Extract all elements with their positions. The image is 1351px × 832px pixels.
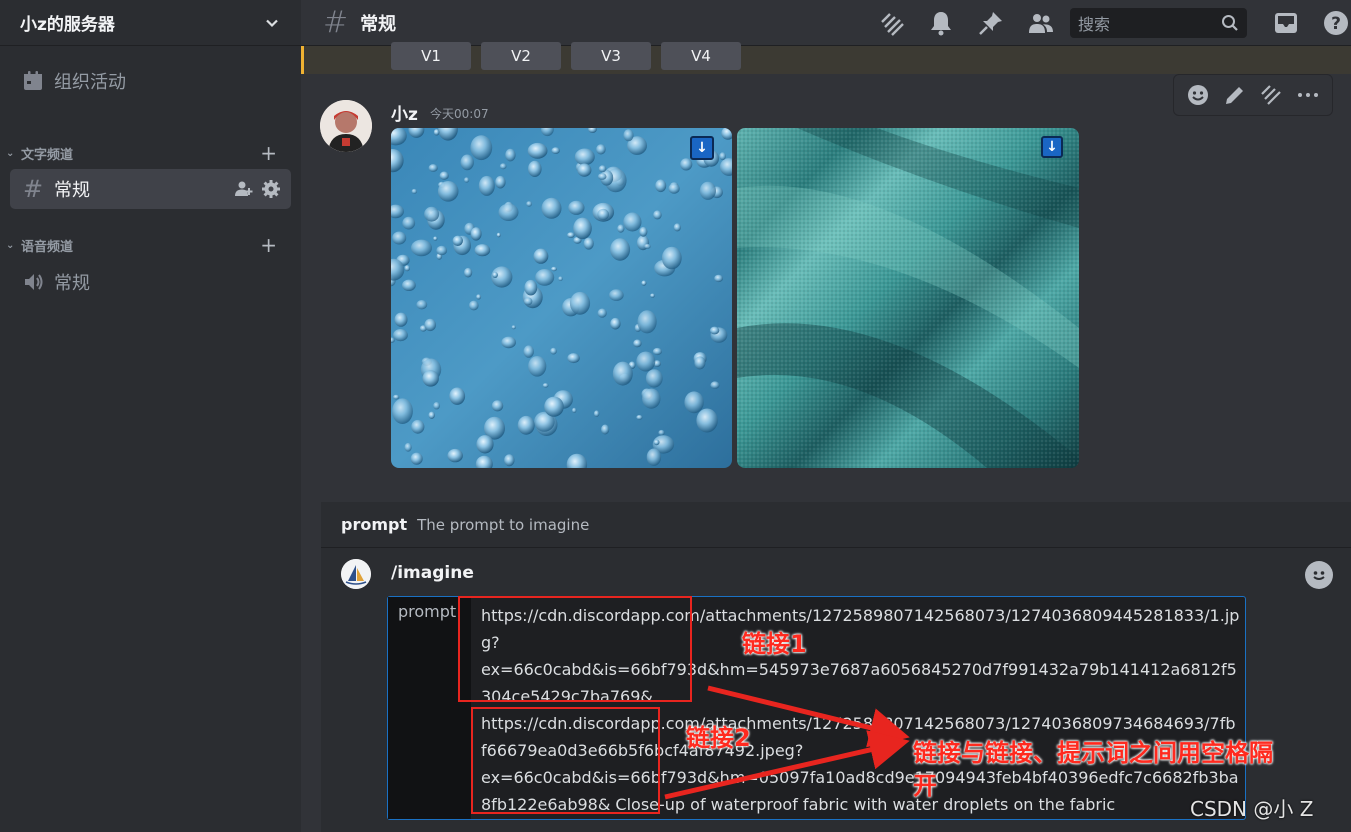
annotation-link2: 链接2 [686,724,751,752]
discord-app: 小z的服务器 组织活动 ⌄ 文字频道 + # 常规 ⌄ 语音频道 + 常规 # … [0,0,1351,832]
annotation-link1: 链接1 [742,630,807,658]
annotation-arrows [664,685,910,800]
watermark: CSDN @小 Z [1190,797,1314,821]
annotation-note-continued: 开 [913,772,937,800]
annotation-note: 链接与链接、提示词之间用空格隔 [913,739,1273,767]
